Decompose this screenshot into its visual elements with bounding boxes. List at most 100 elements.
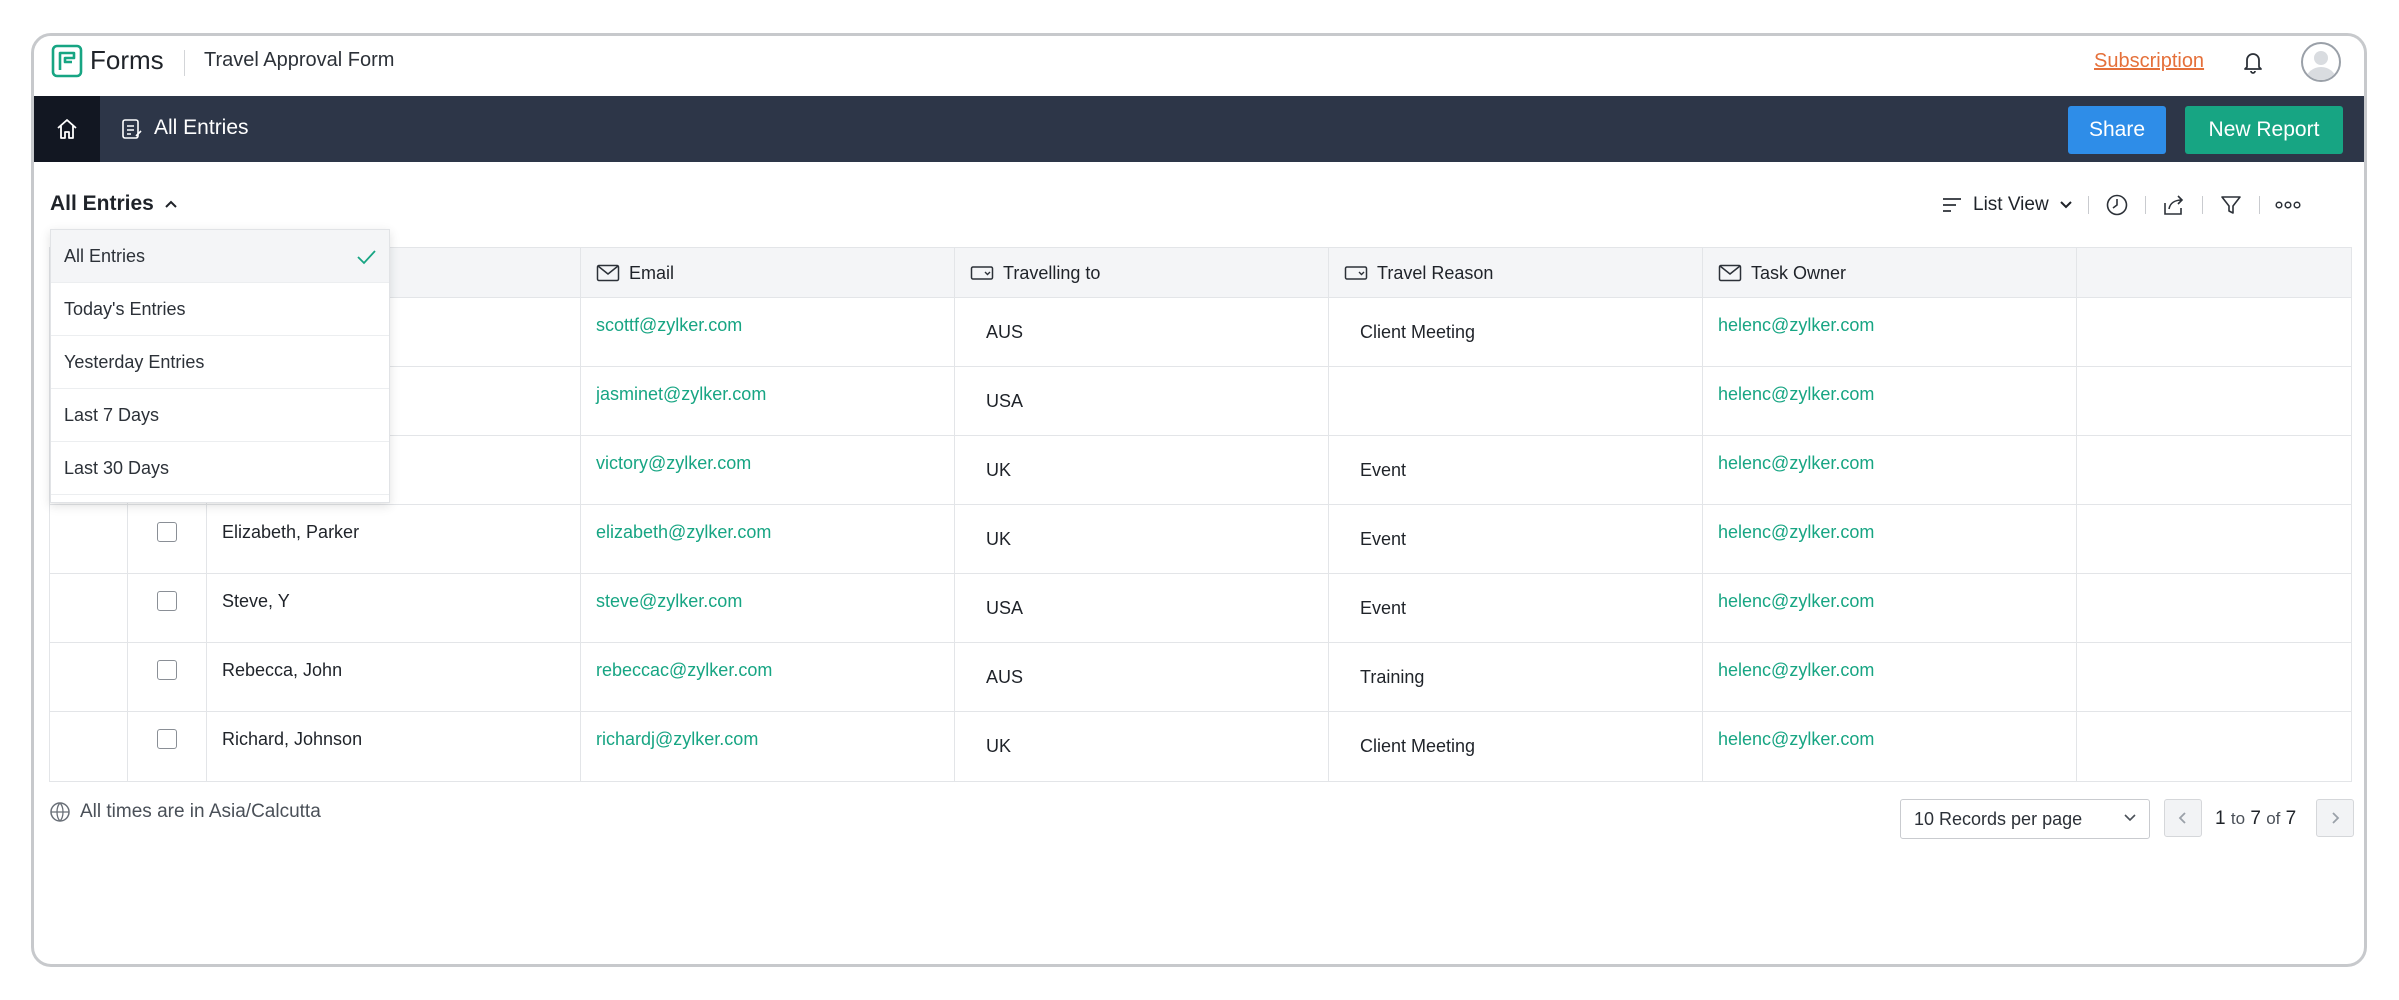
column-label: Travel Reason	[1377, 262, 1494, 283]
form-title[interactable]: Travel Approval Form	[204, 49, 394, 72]
separator	[2144, 196, 2146, 214]
next-page-button[interactable]	[2316, 799, 2354, 837]
per-page-label: 10 Records per page	[1914, 808, 2083, 829]
top-bar: Forms Travel Approval Form Subscription	[34, 36, 2364, 94]
table-row[interactable]: jasminet@zylker.com USA helenc@zylker.co…	[50, 367, 2351, 436]
destination-cell: AUS	[986, 322, 1024, 342]
owner-cell[interactable]: helenc@zylker.com	[1718, 453, 1874, 474]
row-checkbox[interactable]	[157, 591, 177, 611]
reason-cell: Event	[1360, 598, 1407, 618]
globe-icon	[50, 802, 70, 822]
owner-cell[interactable]: helenc@zylker.com	[1718, 522, 1874, 543]
more-icon	[2275, 201, 2301, 209]
email-cell[interactable]: rebeccac@zylker.com	[596, 660, 772, 681]
filter-icon	[2220, 196, 2241, 214]
home-icon	[57, 119, 77, 139]
nav-title[interactable]: All Entries	[154, 116, 249, 140]
reason-cell: Event	[1360, 460, 1407, 480]
view-mode-label: List View	[1973, 194, 2049, 215]
page-to-word: to	[2230, 809, 2246, 828]
chevron-left-icon	[2178, 812, 2186, 824]
menu-item-label: Last 30 Days	[64, 457, 170, 478]
brand-name[interactable]: Forms	[90, 45, 164, 76]
records-per-page-select[interactable]: 10 Records per page	[1900, 799, 2150, 839]
reason-cell: Client Meeting	[1360, 322, 1476, 342]
destination-cell: USA	[986, 391, 1024, 411]
owner-cell[interactable]: helenc@zylker.com	[1718, 384, 1874, 405]
email-cell[interactable]: elizabeth@zylker.com	[596, 522, 771, 543]
export-button[interactable]	[2161, 192, 2187, 218]
table-row[interactable]: victory@zylker.com UK Event helenc@zylke…	[50, 436, 2351, 505]
filter-button[interactable]	[2218, 192, 2244, 218]
share-button[interactable]: Share	[2068, 106, 2166, 154]
column-header-travel-reason[interactable]: Travel Reason	[1344, 248, 1493, 298]
toolbar: List View	[1941, 188, 2301, 222]
owner-cell[interactable]: helenc@zylker.com	[1718, 315, 1874, 336]
column-header-email[interactable]: Email	[596, 248, 674, 298]
row-checkbox[interactable]	[157, 729, 177, 749]
destination-cell: USA	[986, 598, 1024, 618]
entries-table: Email Travelling to Travel Reason Task O…	[49, 247, 2352, 782]
name-cell: Richard, Johnson	[222, 729, 363, 749]
table-row[interactable]: Richard, Johnson richardj@zylker.com UK …	[50, 712, 2351, 781]
home-button[interactable]	[34, 96, 100, 162]
subscription-link[interactable]: Subscription	[2094, 50, 2204, 73]
list-view-dropdown[interactable]: List View	[1941, 194, 2073, 216]
menu-item-yesterday-entries[interactable]: Yesterday Entries	[51, 336, 389, 389]
avatar[interactable]	[2301, 42, 2341, 82]
bell-icon[interactable]	[2241, 49, 2265, 75]
chevron-right-icon	[2332, 812, 2340, 824]
page-from: 1	[2215, 808, 2226, 829]
email-cell[interactable]: jasminet@zylker.com	[596, 384, 766, 405]
app-window: Forms Travel Approval Form Subscription …	[31, 33, 2367, 967]
menu-item-last-7-days[interactable]: Last 7 Days	[51, 389, 389, 442]
menu-item-todays-entries[interactable]: Today's Entries	[51, 283, 389, 336]
separator	[2201, 196, 2203, 214]
dropdown-field-icon	[970, 266, 994, 280]
email-cell[interactable]: victory@zylker.com	[596, 453, 751, 474]
chevron-down-icon	[2124, 814, 2136, 822]
new-report-button[interactable]: New Report	[2185, 106, 2343, 154]
destination-cell: AUS	[986, 667, 1024, 687]
column-label: Travelling to	[1003, 262, 1101, 283]
table-row[interactable]: Rebecca, John rebeccac@zylker.com AUS Tr…	[50, 643, 2351, 712]
row-checkbox[interactable]	[157, 660, 177, 680]
mail-icon	[1718, 264, 1742, 282]
check-icon	[357, 250, 376, 265]
view-title: All Entries	[50, 192, 154, 215]
menu-item-label: Last 7 Days	[64, 404, 160, 425]
table-row[interactable]: Elizabeth, Parker elizabeth@zylker.com U…	[50, 505, 2351, 574]
owner-cell[interactable]: helenc@zylker.com	[1718, 660, 1874, 681]
email-cell[interactable]: scottf@zylker.com	[596, 315, 742, 336]
divider	[184, 50, 185, 76]
row-checkbox[interactable]	[157, 522, 177, 542]
name-cell: Elizabeth, Parker	[222, 522, 360, 542]
table-row[interactable]: scottf@zylker.com AUS Client Meeting hel…	[50, 298, 2351, 367]
column-header-travelling-to[interactable]: Travelling to	[970, 248, 1100, 298]
page-indicator: 1 to 7 of 7	[2215, 808, 2296, 830]
column-header-task-owner[interactable]: Task Owner	[1718, 248, 1846, 298]
column-label: Email	[629, 262, 675, 283]
email-cell[interactable]: richardj@zylker.com	[596, 729, 758, 750]
more-options-button[interactable]	[2275, 192, 2301, 218]
dropdown-field-icon	[1344, 266, 1368, 280]
separator	[2087, 196, 2089, 214]
menu-item-last-30-days[interactable]: Last 30 Days	[51, 442, 389, 495]
page-to: 7	[2250, 808, 2261, 829]
export-icon	[2163, 195, 2183, 215]
owner-cell[interactable]: helenc@zylker.com	[1718, 591, 1874, 612]
history-button[interactable]	[2104, 192, 2130, 218]
previous-page-button[interactable]	[2164, 799, 2202, 837]
view-selector[interactable]: All Entries	[50, 192, 178, 216]
column-label: Task Owner	[1751, 262, 1847, 283]
view-dropdown-menu: All Entries Today's Entries Yesterday En…	[50, 229, 390, 503]
mail-icon	[596, 264, 620, 282]
menu-item-all-entries[interactable]: All Entries	[51, 230, 389, 283]
chevron-up-icon	[165, 200, 177, 208]
page-total: 7	[2285, 808, 2297, 829]
forms-logo-icon[interactable]	[51, 44, 83, 78]
destination-cell: UK	[986, 736, 1012, 756]
table-row[interactable]: Steve, Y steve@zylker.com USA Event hele…	[50, 574, 2351, 643]
email-cell[interactable]: steve@zylker.com	[596, 591, 742, 612]
owner-cell[interactable]: helenc@zylker.com	[1718, 729, 1874, 750]
